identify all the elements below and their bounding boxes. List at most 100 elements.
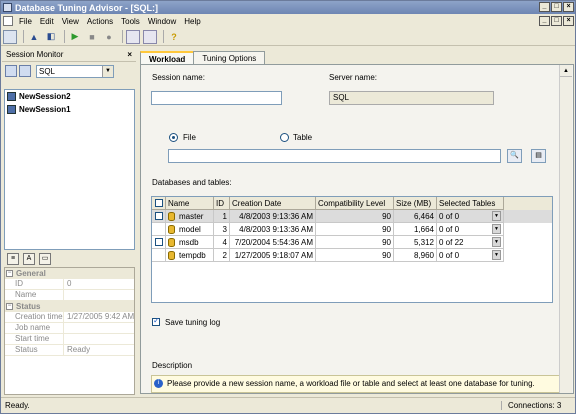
chevron-down-icon[interactable]: ▼: [102, 65, 113, 77]
scroll-up-icon[interactable]: ▲: [560, 65, 572, 77]
new-session-icon[interactable]: [3, 29, 17, 44]
column-header-selected-tables[interactable]: Selected Tables: [437, 197, 504, 210]
toolbar-separator: [23, 30, 24, 43]
server-name-label: Server name:: [329, 73, 378, 82]
row-checkbox[interactable]: [154, 212, 163, 220]
save-recommendations-icon[interactable]: [126, 29, 140, 44]
column-header-id[interactable]: ID: [214, 197, 230, 210]
close-pane-icon[interactable]: ×: [127, 50, 132, 59]
db-size: 6,464: [394, 210, 437, 223]
vertical-scrollbar[interactable]: ▲: [559, 65, 572, 393]
property-value: 0: [63, 279, 134, 289]
minimize-button[interactable]: _: [539, 2, 550, 12]
close-button[interactable]: ×: [563, 2, 574, 12]
chevron-down-icon[interactable]: ▼: [492, 211, 501, 221]
db-compat-level: 90: [316, 249, 394, 262]
db-selected-tables[interactable]: 0 of 0 ▼: [437, 223, 504, 236]
row-checkbox[interactable]: [154, 238, 163, 246]
table-radio[interactable]: [280, 133, 289, 142]
table-row[interactable]: master 1 4/8/2003 9:13:36 AM 90 6,464 0 …: [152, 210, 552, 223]
property-row: ID 0: [5, 279, 134, 290]
db-name: msdb: [179, 237, 199, 247]
workload-panel: Session name: Server name: SQL File Tabl…: [140, 64, 574, 394]
property-key: ID: [5, 279, 63, 289]
save-tuning-log-checkbox[interactable]: [152, 316, 160, 326]
document-icon[interactable]: [3, 16, 13, 26]
db-id: 4: [214, 236, 230, 249]
stop-analysis-icon[interactable]: ●: [102, 30, 116, 44]
query-icon[interactable]: ◧: [44, 30, 58, 44]
tab-tuning-options[interactable]: Tuning Options: [193, 51, 266, 65]
selected-tables-value: 0 of 0: [439, 224, 460, 234]
connect-icon[interactable]: ▲: [27, 30, 41, 44]
reports-icon[interactable]: [143, 29, 157, 44]
collapse-icon[interactable]: −: [6, 270, 13, 277]
menu-window[interactable]: Window: [144, 17, 180, 26]
property-key: Creation time: [5, 312, 63, 322]
mdi-minimize-button[interactable]: _: [539, 16, 550, 26]
server-combo-value: SQL: [39, 66, 56, 76]
table-row[interactable]: tempdb 2 1/27/2005 9:18:07 AM 90 8,960 0…: [152, 249, 552, 262]
databases-tables-label: Databases and tables:: [152, 178, 232, 187]
property-row: Start time: [5, 334, 134, 345]
column-header-size[interactable]: Size (MB): [394, 197, 437, 210]
session-item[interactable]: NewSession1: [5, 103, 134, 116]
db-selected-tables[interactable]: 0 of 0 ▼: [437, 210, 504, 223]
categorized-icon[interactable]: ≡: [7, 253, 19, 265]
session-name-input[interactable]: [151, 91, 282, 105]
tab-workload[interactable]: Workload: [140, 51, 195, 65]
menu-tools[interactable]: Tools: [117, 17, 144, 26]
grid-header-row: Name ID Creation Date Compatibility Leve…: [152, 197, 552, 210]
menu-edit[interactable]: Edit: [36, 17, 58, 26]
session-item[interactable]: NewSession2: [5, 90, 134, 103]
preview-xml-button[interactable]: ▤: [531, 149, 546, 163]
database-icon: [168, 224, 175, 234]
browse-file-button[interactable]: 🔍: [507, 149, 522, 163]
session-label: NewSession1: [19, 105, 71, 114]
database-icon: [168, 237, 175, 247]
session-monitor-toolbar: SQL ▼: [2, 62, 136, 80]
mdi-close-button[interactable]: ×: [563, 16, 574, 26]
table-row[interactable]: msdb 4 7/20/2004 5:54:36 AM 90 5,312 0 o…: [152, 236, 552, 249]
menu-help[interactable]: Help: [180, 17, 204, 26]
start-analysis-icon[interactable]: ▶: [68, 30, 82, 44]
column-header-compatibility[interactable]: Compatibility Level: [316, 197, 394, 210]
row-checkbox-cell: [152, 223, 166, 236]
property-category[interactable]: − General: [5, 268, 134, 279]
file-radio[interactable]: [169, 133, 178, 142]
chevron-down-icon[interactable]: ▼: [492, 224, 501, 234]
connections-count: Connections: 3: [501, 401, 571, 410]
table-row[interactable]: model 3 4/8/2003 9:13:36 AM 90 1,664 0 o…: [152, 223, 552, 236]
save-tuning-log-label: Save tuning log: [165, 318, 221, 327]
menu-view[interactable]: View: [58, 17, 83, 26]
maximize-button[interactable]: □: [551, 2, 562, 12]
alphabetical-icon[interactable]: A: [23, 253, 35, 265]
chevron-down-icon[interactable]: ▼: [492, 237, 501, 247]
server-combo[interactable]: SQL ▼: [36, 64, 114, 78]
stop-icon[interactable]: ■: [85, 30, 99, 44]
disconnect-server-icon[interactable]: [19, 65, 31, 77]
workload-file-input[interactable]: [168, 149, 501, 163]
db-selected-tables[interactable]: 0 of 22 ▼: [437, 236, 504, 249]
property-key: Start time: [5, 334, 63, 344]
property-pages-icon[interactable]: ▭: [39, 253, 51, 265]
file-radio-label: File: [183, 133, 196, 142]
select-all-checkbox[interactable]: [154, 199, 163, 207]
description-text: Please provide a new session name, a wor…: [167, 379, 535, 388]
session-list: NewSession2 NewSession1: [4, 89, 135, 250]
connect-server-icon[interactable]: [5, 65, 17, 77]
collapse-icon[interactable]: −: [6, 303, 13, 310]
menu-actions[interactable]: Actions: [83, 17, 117, 26]
mdi-restore-button[interactable]: □: [551, 16, 562, 26]
property-category[interactable]: − Status: [5, 301, 134, 312]
column-header-creation-date[interactable]: Creation Date: [230, 197, 316, 210]
chevron-down-icon[interactable]: ▼: [492, 250, 501, 260]
menu-file[interactable]: File: [15, 17, 36, 26]
column-header-name[interactable]: Name: [166, 197, 214, 210]
db-selected-tables[interactable]: 0 of 0 ▼: [437, 249, 504, 262]
session-monitor-title: Session Monitor: [6, 50, 64, 59]
title-bar: Database Tuning Advisor - [SQL:] _ □ ×: [1, 1, 575, 14]
table-radio-label: Table: [293, 133, 313, 142]
property-key: Job name: [5, 323, 63, 333]
help-icon[interactable]: ?: [167, 30, 181, 44]
